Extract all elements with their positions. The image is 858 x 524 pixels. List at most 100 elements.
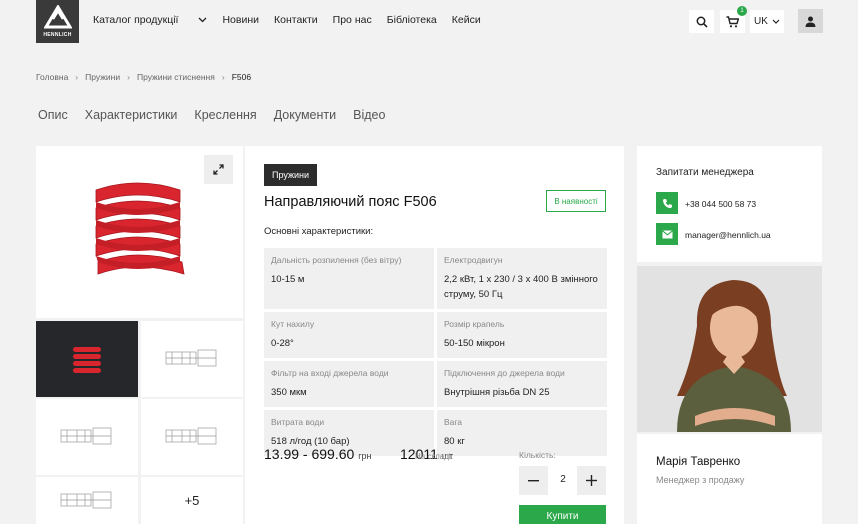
spec-value: 50-150 мікрон [444,338,505,349]
email-address[interactable]: manager@hennlich.ua [685,230,771,240]
manager-photo [637,266,822,432]
language-label: UK [754,16,768,27]
logo[interactable]: HENNLICH [36,0,79,43]
tab-documents[interactable]: Документи [274,108,336,122]
header: HENNLICH Каталог продукції Новини Контак… [0,0,858,44]
category-tag[interactable]: Пружини [264,164,318,186]
more-images-label: +5 [184,493,200,508]
minus-icon [528,479,539,481]
breadcrumb: Головна › Пружини › Пружини стиснення › … [36,72,251,82]
nav-catalog[interactable]: Каталог продукції [93,14,207,26]
tab-characteristics[interactable]: Характеристики [85,108,178,122]
tab-description[interactable]: Опис [38,108,68,122]
technical-drawing-image [165,349,217,367]
language-selector[interactable]: UK [750,10,784,33]
manager-name: Марія Тавренко [656,456,741,468]
specs-grid: Дальність розпилення (без вітру) 10-15 м … [264,248,607,456]
spec-cell: Дальність розпилення (без вітру) 10-15 м [264,248,434,309]
breadcrumb-home[interactable]: Головна [36,72,68,82]
expand-icon [213,164,224,175]
nav-about[interactable]: Про нас [333,14,372,26]
main-nav: Каталог продукції Новини Контакти Про на… [93,14,496,26]
thumbnail-drawing[interactable] [36,399,138,475]
spec-label: Фільтр на вході джерела води [271,368,389,378]
thumbnail-drawing[interactable] [141,321,243,397]
manager-contact-box: Запитати менеджера +38 044 500 58 73 man… [637,146,822,262]
spec-label: Вага [444,417,463,427]
manager-name-box: Марія Тавренко Менеджер з продажу [637,434,822,524]
technical-drawing-image [165,427,217,445]
search-icon [696,16,708,28]
price-unit: грн [358,451,372,461]
technical-drawing-image [60,491,112,508]
spec-label: Підключення до джерела води [444,368,565,378]
breadcrumb-separator-icon: › [221,72,225,82]
thumbnail-spring[interactable] [36,321,138,397]
tab-video[interactable]: Відео [353,108,385,122]
spec-label: Витрата води [271,417,325,427]
spec-value: Внутрішня різьба DN 25 [444,387,550,398]
buy-button[interactable]: Купити [519,505,606,524]
nav-cases[interactable]: Кейси [452,14,481,26]
manager-portrait-image [637,266,822,432]
price: 13.99 - 699.60 грн [264,446,371,462]
logo-mark-icon [43,5,72,29]
phone-button[interactable] [656,192,678,214]
product-panel: Пружини Направляючий пояс F506 В наявнос… [245,146,624,524]
spec-cell: Підключення до джерела води Внутрішня різ… [437,361,607,407]
more-images-button[interactable]: +5 [141,477,243,524]
spec-value: 350 мкм [271,387,307,398]
breadcrumb-separator-icon: › [75,72,79,82]
breadcrumb-separator-icon: › [127,72,130,82]
phone-number[interactable]: +38 044 500 58 73 [685,199,756,209]
main-characteristics-title: Основні характеристики: [264,226,374,237]
breadcrumb-current: F506 [231,72,252,82]
account-button[interactable] [798,9,823,33]
cart-icon [726,15,739,27]
phone-icon [662,198,672,208]
spec-value: 0-28° [271,338,294,349]
spec-label: Кут нахилу [271,319,315,329]
spring-thumbnail-image [73,347,101,373]
spec-label: Електродвигун [444,255,503,265]
spec-value: 2,2 кВт, 1 х 230 / 3 х 400 В змінного ст… [444,274,598,300]
mail-icon [661,229,673,238]
user-icon [805,16,816,27]
logo-text: HENNLICH [43,32,72,38]
stock-quantity-label: На складі: [415,452,453,461]
expand-image-button[interactable] [204,155,233,184]
spec-cell: Електродвигун 2,2 кВт, 1 х 230 / 3 х 400 … [437,248,607,309]
spec-cell: Кут нахилу 0-28° [264,312,434,358]
nav-catalog-label: Каталог продукції [93,14,179,26]
chevron-down-icon [772,19,780,24]
nav-library[interactable]: Бібліотека [387,14,437,26]
thumbnail-drawing[interactable] [141,399,243,475]
technical-drawing-image [60,427,112,445]
spec-cell: Розмір крапель 50-150 мікрон [437,312,607,358]
plus-icon [586,475,597,486]
tab-drawings[interactable]: Креслення [194,108,256,122]
manager-box-title: Запитати менеджера [656,167,754,178]
nav-news[interactable]: Новини [222,14,259,26]
spec-label: Розмір крапель [444,319,505,329]
product-title: Направляючий пояс F506 [264,194,437,210]
manager-role: Менеджер з продажу [656,475,745,485]
breadcrumb-springs[interactable]: Пружини [85,72,120,82]
stock-quantity: 12011 шт На складі: [400,446,495,462]
quantity-decrease-button[interactable] [519,466,548,495]
spec-label: Дальність розпилення (без вітру) [271,255,402,265]
spec-cell: Фільтр на вході джерела води 350 мкм [264,361,434,407]
chevron-down-icon [199,17,207,23]
breadcrumb-compression-springs[interactable]: Пружини стиснення [137,72,215,82]
stock-badge: В наявності [546,190,606,212]
price-value: 13.99 - 699.60 [264,446,355,462]
thumbnail-drawing[interactable] [36,477,138,524]
quantity-value[interactable]: 2 [553,474,573,485]
product-tabs: Опис Характеристики Креслення Документи … [38,108,402,122]
cart-count-badge: 1 [737,6,747,16]
search-button[interactable] [689,10,714,33]
email-button[interactable] [656,223,678,245]
quantity-increase-button[interactable] [577,466,606,495]
quantity-label: Кількість: [519,450,556,460]
nav-contacts[interactable]: Контакти [274,14,318,26]
